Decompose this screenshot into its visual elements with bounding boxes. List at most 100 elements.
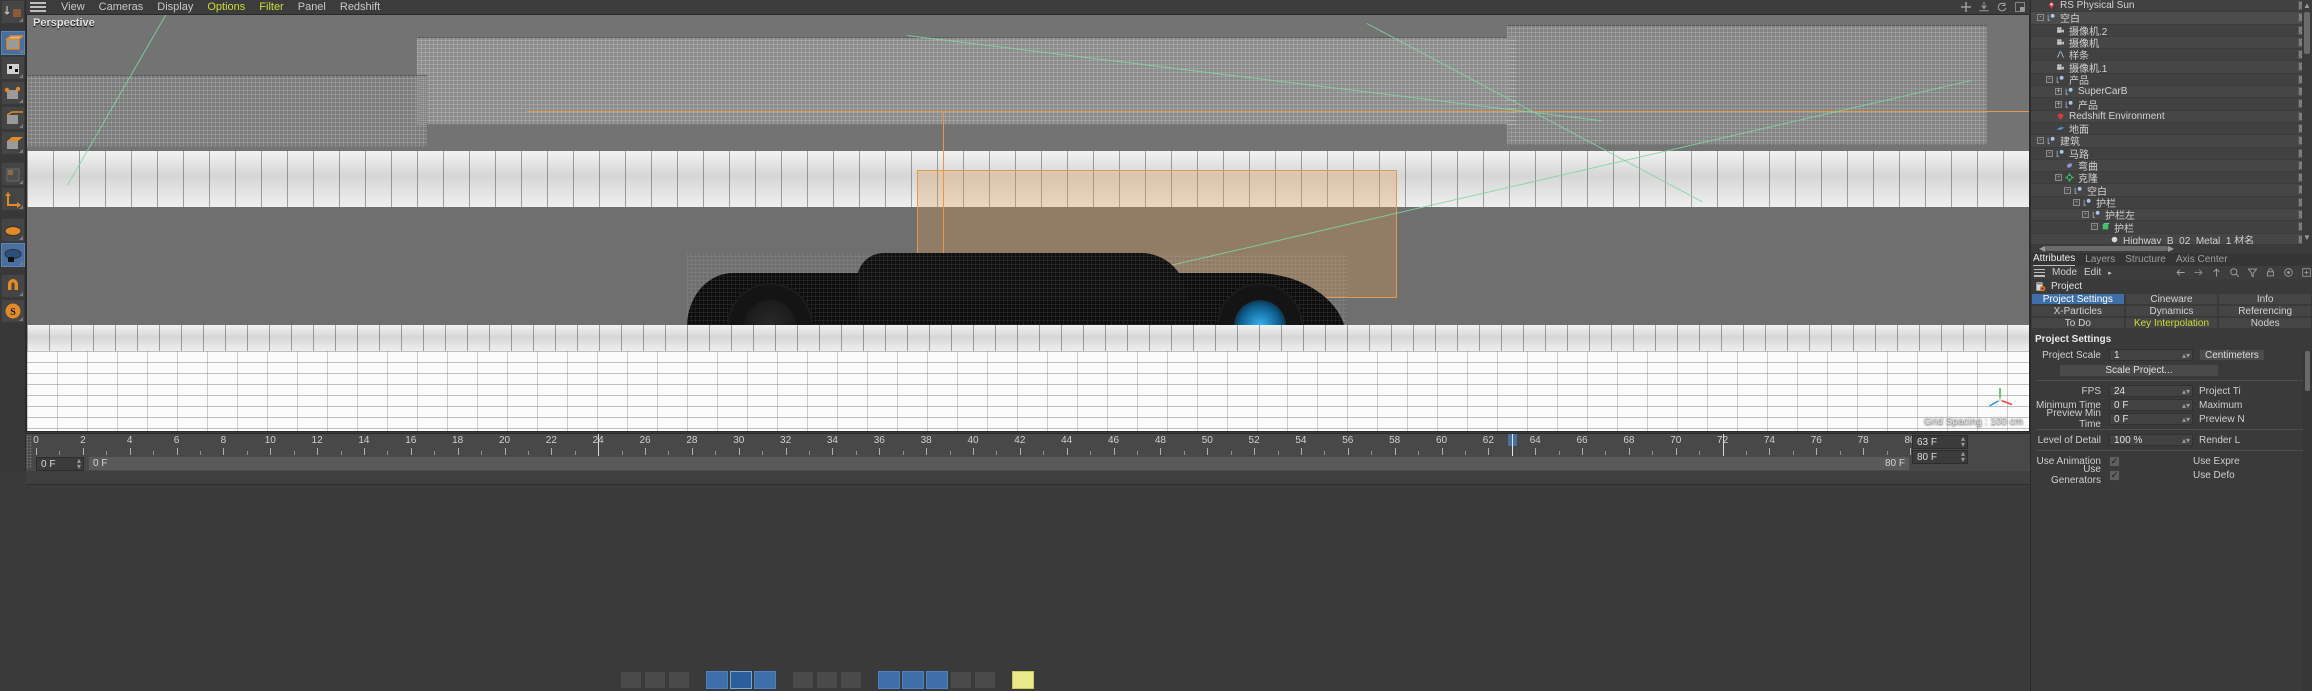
expand-toggle[interactable]: - — [2073, 198, 2080, 206]
hamburger-menu-icon[interactable] — [30, 2, 46, 12]
expand-toggle[interactable]: - — [2055, 174, 2062, 182]
timeline-marker[interactable] — [598, 434, 600, 456]
bottom-tool-button[interactable] — [644, 671, 666, 689]
expand-toggle[interactable]: + — [2055, 100, 2062, 108]
object-row[interactable]: 弯曲 — [2031, 159, 2312, 173]
minimum-time-input[interactable]: 0 F ▴▾ — [2109, 399, 2193, 411]
search-icon[interactable] — [2229, 267, 2240, 278]
bottom-tool-button[interactable] — [816, 671, 838, 689]
filter-icon[interactable] — [2247, 267, 2258, 278]
viewport-nav-icons[interactable] — [1960, 0, 2026, 14]
object-row[interactable]: - 空白 — [2031, 184, 2312, 198]
viewport-menubar[interactable]: View Cameras Display Options Filter Panel Reds… — [26, 0, 2030, 14]
point-mode-tool[interactable] — [0, 81, 25, 105]
vscroll-up-arrow[interactable]: ▲ — [2303, 1, 2311, 10]
current-frame-spinner[interactable]: ▴ ▾ — [71, 457, 81, 471]
project-scale-input[interactable]: 1 ▴▾ — [2109, 349, 2193, 361]
fps-input[interactable]: 24 ▴▾ — [2109, 385, 2193, 397]
vscroll-thumb[interactable] — [2304, 12, 2310, 54]
hscroll-right-arrow[interactable]: ▶ — [2168, 244, 2174, 253]
scale-icon[interactable] — [1978, 1, 1990, 13]
minimum-time-spinner[interactable]: ▴▾ — [2182, 401, 2190, 410]
bottom-tool-button[interactable] — [706, 671, 728, 689]
bottom-tool-button[interactable] — [902, 671, 924, 689]
object-manager-vscrollbar[interactable]: ▲ ▼ — [2302, 0, 2312, 253]
level-of-detail-input[interactable]: 100 % ▴▾ — [2109, 434, 2193, 446]
viewport-axis-gizmo[interactable] — [1985, 385, 2015, 415]
object-manager-hscrollbar[interactable]: ◀ ▶ — [2031, 244, 2303, 253]
scale-project-button[interactable]: Scale Project... — [2059, 364, 2219, 377]
timeline-marker[interactable] — [1722, 434, 1724, 456]
playhead[interactable] — [1511, 434, 1513, 456]
fps-row[interactable]: FPS 24 ▴▾ Project Ti — [2031, 384, 2312, 398]
undo-redo-tool[interactable] — [0, 0, 25, 24]
object-row[interactable]: + 产品 — [2031, 98, 2312, 112]
menu-item-redshift[interactable]: Redshift — [333, 0, 387, 14]
section-to-do[interactable]: To Do — [2031, 317, 2125, 329]
bottom-tool-button[interactable] — [974, 671, 996, 689]
bottom-tool-button[interactable] — [668, 671, 690, 689]
bottom-tool-button[interactable] — [926, 671, 948, 689]
timeline-ruler[interactable]: 0246810121416182022242628303234363840424… — [33, 434, 1916, 456]
lock-grid-tool[interactable] — [0, 243, 25, 267]
timeline-field-0-spinner[interactable]: ▴ ▾ — [1955, 435, 1965, 449]
timeline-range-bar[interactable]: 0 F 80 F — [88, 456, 1910, 471]
project-scale-spinner[interactable]: ▴▾ — [2182, 351, 2190, 360]
bottom-tool-button[interactable] — [878, 671, 900, 689]
timeline-end-preview-input[interactable]: 63 F ▴ ▾ — [1912, 435, 1968, 449]
move-icon[interactable] — [1960, 1, 1972, 13]
section-nodes[interactable]: Nodes — [2218, 317, 2312, 329]
axis-mode-tool[interactable] — [0, 187, 25, 211]
object-row[interactable]: - 产品 — [2031, 73, 2312, 87]
attr-vscroll-thumb[interactable] — [2305, 351, 2310, 391]
bottom-tool-button[interactable] — [950, 671, 972, 689]
current-frame-input[interactable]: 0 F ▴ ▾ — [36, 457, 84, 471]
am-tab-layers[interactable]: Layers — [2085, 254, 2115, 266]
object-row[interactable]: - 克隆 — [2031, 172, 2312, 185]
texture-mode-tool[interactable] — [0, 162, 25, 186]
expand-toggle[interactable]: - — [2046, 149, 2053, 157]
mode-menu[interactable]: Mode — [2052, 267, 2077, 278]
level-of-detail-spinner[interactable]: ▴▾ — [2182, 436, 2190, 445]
use-generators-checkbox[interactable]: ✓ — [2109, 469, 2120, 481]
section-referencing[interactable]: Referencing — [2218, 305, 2312, 317]
bottom-tool-button[interactable] — [840, 671, 862, 689]
expand-toggle[interactable]: - — [2091, 223, 2098, 231]
menu-item-panel[interactable]: Panel — [291, 0, 333, 14]
edit-menu[interactable]: Edit — [2084, 267, 2101, 278]
expand-toggle[interactable]: + — [2055, 88, 2062, 96]
timeline[interactable]: 0246810121416182022242628303234363840424… — [26, 433, 2030, 471]
expand-toggle[interactable]: - — [2046, 75, 2053, 83]
grid-tool[interactable] — [0, 218, 25, 242]
perspective-viewport[interactable]: Perspective Grid Spacing: 100 cm — [26, 14, 2030, 432]
menu-item-options[interactable]: Options — [200, 0, 252, 14]
project-scale-row[interactable]: Project Scale 1 ▴▾ Centimeters — [2031, 348, 2312, 362]
bottom-tool-button[interactable] — [730, 671, 752, 689]
timeline-end-input[interactable]: 80 F ▴ ▾ — [1912, 450, 1968, 464]
target-icon[interactable] — [2283, 267, 2294, 278]
level-of-detail-row[interactable]: Level of Detail 100 % ▴▾ Render L — [2031, 433, 2312, 447]
section-info[interactable]: Info — [2218, 293, 2312, 305]
bottom-tool-button[interactable] — [620, 671, 642, 689]
render-view-tool[interactable] — [0, 56, 25, 80]
bottom-tool-button[interactable] — [792, 671, 814, 689]
current-frame-group[interactable]: 0 F ▴ ▾ — [36, 456, 84, 472]
bottom-tool-button[interactable] — [1012, 671, 1034, 689]
selection-tool[interactable] — [0, 31, 25, 55]
menu-item-cameras[interactable]: Cameras — [92, 0, 151, 14]
preview-min-time-spinner[interactable]: ▴▾ — [2182, 415, 2190, 424]
section-project-settings[interactable]: Project Settings — [2031, 293, 2125, 305]
bottom-tool-button[interactable] — [754, 671, 776, 689]
section-cineware[interactable]: Cineware — [2124, 293, 2219, 305]
am-tab-attributes[interactable]: Attributes — [2033, 253, 2076, 266]
menu-item-display[interactable]: Display — [150, 0, 200, 14]
menu-item-view[interactable]: View — [54, 0, 92, 14]
preview-min-time-input[interactable]: 0 F ▴▾ — [2109, 413, 2193, 425]
use-generators-row[interactable]: Use Generators ✓ Use Defo — [2031, 464, 2312, 486]
section-x-particles[interactable]: X-Particles — [2031, 305, 2125, 317]
polygon-mode-tool[interactable] — [0, 131, 25, 155]
timeline-grip-left[interactable] — [26, 435, 32, 469]
snap-tool[interactable]: S — [0, 299, 25, 323]
expand-toggle[interactable]: - — [2064, 186, 2071, 194]
object-row[interactable]: - 马路 — [2031, 147, 2312, 161]
